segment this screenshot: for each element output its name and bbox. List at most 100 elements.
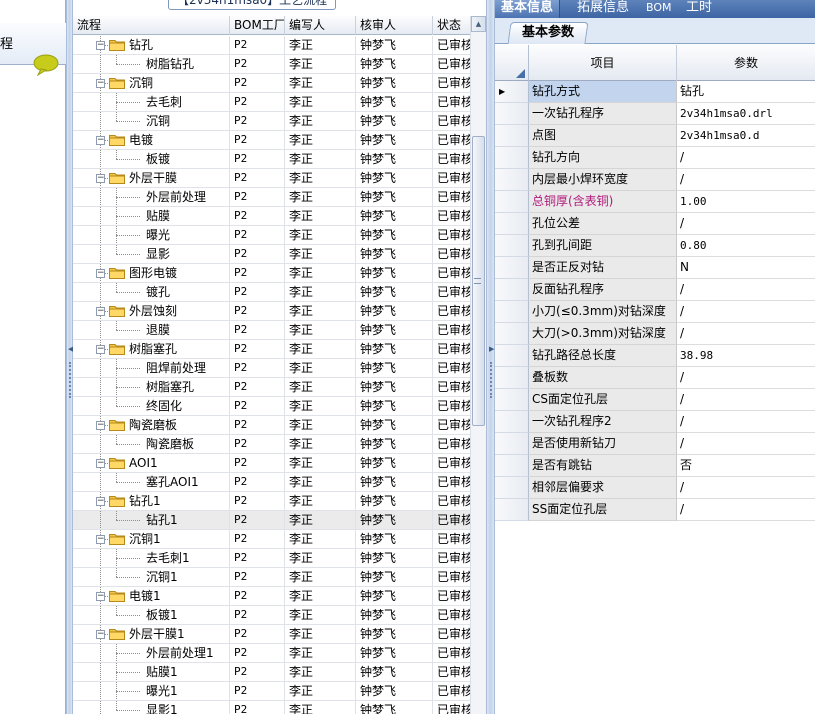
- left-splitter[interactable]: ◀: [66, 0, 73, 714]
- row-indicator[interactable]: [495, 477, 529, 499]
- tab-basic-params[interactable]: 基本参数: [507, 22, 589, 44]
- row-indicator[interactable]: [495, 367, 529, 389]
- param-row[interactable]: 叠板数 /: [495, 367, 815, 389]
- tree-group-row[interactable]: − 钻孔1 P2 李正 钟梦飞 已审核: [73, 492, 470, 511]
- collapse-toggle-icon[interactable]: −: [96, 136, 105, 145]
- row-indicator[interactable]: [495, 235, 529, 257]
- tree-step-row[interactable]: 塞孔AOI1 P2 李正 钟梦飞 已审核: [73, 473, 470, 492]
- param-row[interactable]: SS面定位孔层 /: [495, 499, 815, 521]
- param-row[interactable]: 孔位公差 /: [495, 213, 815, 235]
- tree-group-row[interactable]: − 陶瓷磨板 P2 李正 钟梦飞 已审核: [73, 416, 470, 435]
- collapse-right-icon[interactable]: ▶: [489, 346, 494, 353]
- param-value-cell[interactable]: 钻孔: [677, 81, 815, 103]
- row-indicator[interactable]: [495, 411, 529, 433]
- collapse-toggle-icon[interactable]: −: [96, 535, 105, 544]
- row-indicator[interactable]: [495, 433, 529, 455]
- collapse-toggle-icon[interactable]: −: [96, 459, 105, 468]
- param-value-cell[interactable]: 1.00: [677, 191, 815, 213]
- param-row[interactable]: 一次钻孔程序2/: [495, 411, 815, 433]
- param-value-cell[interactable]: /: [677, 411, 815, 433]
- tree-group-row[interactable]: − 电镀 P2 李正 钟梦飞 已审核: [73, 131, 470, 150]
- left-panel-header[interactable]: 程: [0, 23, 66, 76]
- tree-step-row[interactable]: 沉铜1 P2 李正 钟梦飞 已审核: [73, 568, 470, 587]
- tree-step-row[interactable]: 沉铜 P2 李正 钟梦飞 已审核: [73, 112, 470, 131]
- tree-step-row[interactable]: 阻焊前处理 P2 李正 钟梦飞 已审核: [73, 359, 470, 378]
- tree-step-row[interactable]: 终固化 P2 李正 钟梦飞 已审核: [73, 397, 470, 416]
- tab-bom[interactable]: BOM: [646, 0, 672, 18]
- param-value-cell[interactable]: /: [677, 279, 815, 301]
- grid-vertical-scrollbar[interactable]: ▲: [470, 16, 486, 714]
- tree-step-row[interactable]: 板镀1 P2 李正 钟梦飞 已审核: [73, 606, 470, 625]
- param-value-cell[interactable]: /: [677, 477, 815, 499]
- tree-step-row[interactable]: 曝光1 P2 李正 钟梦飞 已审核: [73, 682, 470, 701]
- right-splitter[interactable]: ▶: [486, 0, 495, 714]
- column-header-status[interactable]: 状态: [433, 16, 470, 35]
- param-value-cell[interactable]: 否: [677, 455, 815, 477]
- param-row[interactable]: ▶ 钻孔方式 钻孔: [495, 81, 815, 103]
- current-row-indicator-icon[interactable]: ▶: [495, 81, 529, 103]
- tree-step-row[interactable]: 外层前处理1 P2 李正 钟梦飞 已审核: [73, 644, 470, 663]
- tree-group-row[interactable]: − 外层蚀刻 P2 李正 钟梦飞 已审核: [73, 302, 470, 321]
- param-value-cell[interactable]: /: [677, 389, 815, 411]
- param-value-cell[interactable]: 2v34h1msa0.drl: [677, 103, 815, 125]
- param-value-cell[interactable]: N: [677, 257, 815, 279]
- tree-group-row[interactable]: − AOI1 P2 李正 钟梦飞 已审核: [73, 454, 470, 473]
- param-value-cell[interactable]: /: [677, 169, 815, 191]
- row-indicator[interactable]: [495, 301, 529, 323]
- tree-group-row[interactable]: − 电镀1 P2 李正 钟梦飞 已审核: [73, 587, 470, 606]
- collapse-toggle-icon[interactable]: −: [96, 174, 105, 183]
- column-header-item[interactable]: 项目: [529, 45, 677, 81]
- tree-step-row[interactable]: 树脂钻孔 P2 李正 钟梦飞 已审核: [73, 55, 470, 74]
- param-value-cell[interactable]: 38.98: [677, 345, 815, 367]
- tree-step-row[interactable]: 板镀 P2 李正 钟梦飞 已审核: [73, 150, 470, 169]
- tree-group-row[interactable]: − 外层干膜 P2 李正 钟梦飞 已审核: [73, 169, 470, 188]
- param-row[interactable]: 钻孔路径总长度 38.98: [495, 345, 815, 367]
- column-header-writer[interactable]: 编写人: [285, 16, 356, 35]
- tree-step-row[interactable]: 贴膜1 P2 李正 钟梦飞 已审核: [73, 663, 470, 682]
- column-header-bom-factory[interactable]: BOM工厂: [230, 16, 285, 35]
- tab-work-hours[interactable]: 工时: [686, 0, 712, 18]
- tree-step-row[interactable]: 钻孔1 P2 李正 钟梦飞 已审核: [73, 511, 470, 530]
- tree-step-row[interactable]: 显影 P2 李正 钟梦飞 已审核: [73, 245, 470, 264]
- tree-group-row[interactable]: − 外层干膜1 P2 李正 钟梦飞 已审核: [73, 625, 470, 644]
- param-row[interactable]: 点图 2v34h1msa0.d: [495, 125, 815, 147]
- param-value-cell[interactable]: /: [677, 323, 815, 345]
- row-indicator[interactable]: [495, 125, 529, 147]
- param-value-cell[interactable]: /: [677, 213, 815, 235]
- row-indicator[interactable]: [495, 279, 529, 301]
- column-header-reviewer[interactable]: 核审人: [356, 16, 433, 35]
- param-value-cell[interactable]: /: [677, 301, 815, 323]
- param-row[interactable]: 大刀(>0.3mm)对钻深度 /: [495, 323, 815, 345]
- param-row[interactable]: 是否使用新钻刀 /: [495, 433, 815, 455]
- collapse-toggle-icon[interactable]: −: [96, 79, 105, 88]
- scroll-up-icon[interactable]: ▲: [471, 16, 486, 32]
- param-value-cell[interactable]: /: [677, 433, 815, 455]
- tree-group-row[interactable]: − 沉铜 P2 李正 钟梦飞 已审核: [73, 74, 470, 93]
- param-row[interactable]: 内层最小焊环宽度 /: [495, 169, 815, 191]
- tab-basic-info[interactable]: 基本信息: [495, 0, 561, 18]
- tree-step-row[interactable]: 显影1 P2 李正 钟梦飞 已审核: [73, 701, 470, 714]
- param-row[interactable]: 总铜厚(含表铜) 1.00: [495, 191, 815, 213]
- tree-step-row[interactable]: 去毛刺 P2 李正 钟梦飞 已审核: [73, 93, 470, 112]
- param-value-cell[interactable]: /: [677, 499, 815, 521]
- row-indicator[interactable]: [495, 213, 529, 235]
- tree-step-row[interactable]: 树脂塞孔 P2 李正 钟梦飞 已审核: [73, 378, 470, 397]
- param-row[interactable]: CS面定位孔层 /: [495, 389, 815, 411]
- grid-corner[interactable]: [495, 45, 529, 81]
- tree-step-row[interactable]: 陶瓷磨板 P2 李正 钟梦飞 已审核: [73, 435, 470, 454]
- collapse-toggle-icon[interactable]: −: [96, 41, 105, 50]
- row-indicator[interactable]: [495, 389, 529, 411]
- collapse-toggle-icon[interactable]: −: [96, 497, 105, 506]
- row-indicator[interactable]: [495, 147, 529, 169]
- tree-step-row[interactable]: 去毛刺1 P2 李正 钟梦飞 已审核: [73, 549, 470, 568]
- tree-step-row[interactable]: 退膜 P2 李正 钟梦飞 已审核: [73, 321, 470, 340]
- tree-group-row[interactable]: − 树脂塞孔 P2 李正 钟梦飞 已审核: [73, 340, 470, 359]
- column-header-flow[interactable]: 流程: [73, 16, 230, 35]
- collapse-toggle-icon[interactable]: −: [96, 421, 105, 430]
- tree-group-row[interactable]: − 图形电镀 P2 李正 钟梦飞 已审核: [73, 264, 470, 283]
- collapse-toggle-icon[interactable]: −: [96, 630, 105, 639]
- collapse-toggle-icon[interactable]: −: [96, 345, 105, 354]
- param-row[interactable]: 孔到孔间距 0.80: [495, 235, 815, 257]
- tree-step-row[interactable]: 外层前处理 P2 李正 钟梦飞 已审核: [73, 188, 470, 207]
- row-indicator[interactable]: [495, 191, 529, 213]
